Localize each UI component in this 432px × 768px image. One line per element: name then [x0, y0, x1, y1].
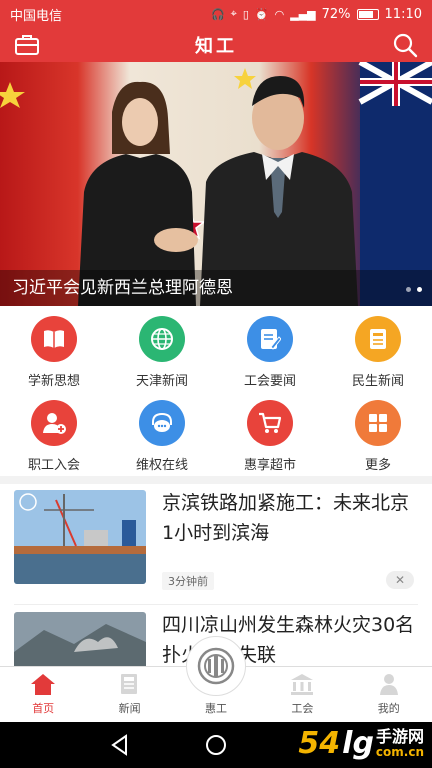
- wifi-icon: ◠: [274, 7, 285, 21]
- shopping-cart-icon: [247, 400, 293, 446]
- grid-item-tianjin-news[interactable]: 天津新闻: [108, 308, 216, 392]
- watermark-text: 手游网: [375, 726, 424, 746]
- alarm-icon: ⏰: [254, 7, 269, 21]
- section-divider: [0, 476, 432, 484]
- status-bar: 中国电信 🎧 ⌖ ▯ ⏰ ◠ ▂▄▆ 72% 11:10: [0, 0, 432, 28]
- vibrate-icon: ▯: [242, 7, 249, 21]
- banner-pagination: [406, 287, 422, 292]
- tab-label: 惠工: [204, 702, 227, 715]
- news-title[interactable]: 京滨铁路加紧施工：未来北京1小时到滨海: [162, 488, 418, 548]
- category-grid: 学新思想 天津新闻 工会要闻 民生新闻 职工入会 维权在线 惠享超市 更多: [0, 308, 432, 476]
- dismiss-news-button[interactable]: ✕: [386, 571, 414, 589]
- briefcase-button[interactable]: [12, 30, 42, 60]
- grid-item-rights-online[interactable]: 维权在线: [108, 392, 216, 476]
- grid-label: 惠享超市: [243, 458, 296, 473]
- grid-item-study-thought[interactable]: 学新思想: [0, 308, 108, 392]
- center-tab-button[interactable]: [186, 636, 246, 696]
- app-title: 知工: [195, 36, 237, 57]
- person-icon: [379, 674, 398, 695]
- tab-news[interactable]: 新闻: [86, 667, 172, 722]
- union-emblem-icon: [197, 647, 235, 685]
- news-thumbnail: [14, 490, 146, 584]
- building-icon: [291, 674, 314, 695]
- battery-icon: [356, 8, 379, 20]
- banner-caption[interactable]: 习近平会见新西兰总理阿德恩: [12, 273, 233, 298]
- grid-item-join-union[interactable]: 职工入会: [0, 392, 108, 476]
- watermark-logo-tail: lg: [342, 726, 374, 761]
- tab-union[interactable]: 工会: [259, 667, 345, 722]
- signal-icon: ▂▄▆: [290, 7, 316, 21]
- headphone-icon: 🎧: [210, 7, 225, 21]
- pagination-dot[interactable]: [406, 287, 411, 292]
- news-list-item[interactable]: 京滨铁路加紧施工：未来北京1小时到滨海 3分钟前 ✕: [0, 484, 432, 604]
- grid-label: 维权在线: [135, 458, 188, 473]
- app-screen: 中国电信 🎧 ⌖ ▯ ⏰ ◠ ▂▄▆ 72% 11:10 知工 习近平会见新西兰…: [0, 0, 432, 768]
- tab-label: 新闻: [118, 702, 141, 715]
- watermark-number: 54: [298, 726, 341, 761]
- site-watermark: 54 lg 手游网 com.cn: [298, 726, 424, 761]
- grid-label: 职工入会: [27, 458, 80, 473]
- back-icon[interactable]: [110, 734, 130, 756]
- tab-label: 我的: [377, 702, 400, 715]
- document-icon: [355, 316, 401, 362]
- location-icon: ⌖: [230, 7, 237, 20]
- grid-more-icon: [355, 400, 401, 446]
- grid-label: 天津新闻: [135, 374, 188, 389]
- home-circle-icon[interactable]: [205, 734, 227, 756]
- clock: 11:10: [384, 6, 422, 22]
- book-icon: [31, 316, 77, 362]
- home-icon: [31, 674, 56, 695]
- briefcase-icon: [15, 35, 39, 55]
- search-icon: [393, 33, 418, 58]
- grid-item-livelihood-news[interactable]: 民生新闻: [324, 308, 432, 392]
- grid-label: 工会要闻: [243, 374, 296, 389]
- watermark-domain: com.cn: [375, 744, 424, 759]
- carrier-name: 中国电信: [10, 8, 63, 24]
- news-banner[interactable]: 习近平会见新西兰总理阿德恩: [0, 62, 432, 306]
- newspaper-icon: [120, 674, 137, 694]
- add-user-icon: [31, 400, 77, 446]
- grid-label: 学新思想: [27, 374, 80, 389]
- list-divider: [14, 604, 418, 605]
- grid-item-union-news[interactable]: 工会要闻: [216, 308, 324, 392]
- tab-home[interactable]: 首页: [0, 667, 86, 722]
- battery-percent: 72%: [321, 6, 351, 22]
- chat-headset-icon: [139, 400, 185, 446]
- tab-label: 工会: [291, 702, 314, 715]
- globe-icon: [139, 316, 185, 362]
- tab-label: 首页: [32, 702, 55, 715]
- search-button[interactable]: [390, 30, 420, 60]
- grid-item-more[interactable]: 更多: [324, 392, 432, 476]
- grid-label: 民生新闻: [351, 374, 404, 389]
- grid-item-supermarket[interactable]: 惠享超市: [216, 392, 324, 476]
- news-time: 3分钟前: [162, 572, 214, 590]
- grid-label: 更多: [364, 458, 391, 473]
- close-icon: ✕: [394, 573, 406, 587]
- edit-note-icon: [247, 316, 293, 362]
- tab-mine[interactable]: 我的: [346, 667, 432, 722]
- app-header: 知工: [0, 28, 432, 62]
- pagination-dot-active[interactable]: [417, 287, 422, 292]
